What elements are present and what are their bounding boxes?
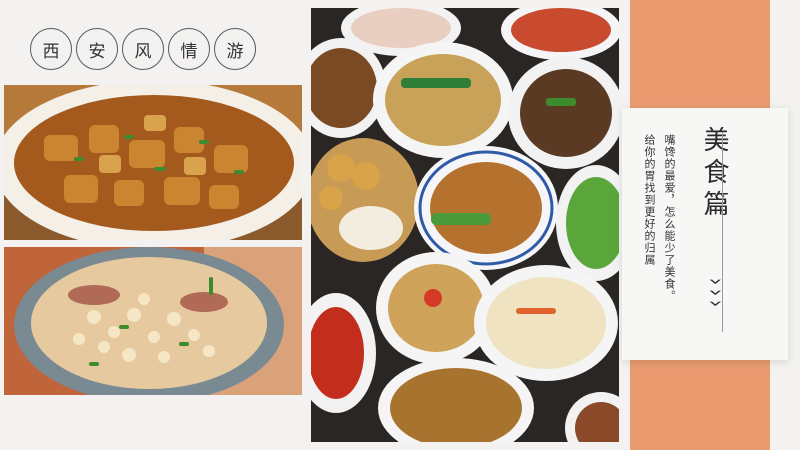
text-card: 给你的胃找到更好的归属 嘴馋的最爱，怎么能少了美食。 美食篇 › › › [622,108,788,360]
title-char-1: 西 [30,28,72,70]
section-heading: 美食篇 [699,126,729,222]
title-char-3: 风 [122,28,164,70]
slide: 西 安 风 情 游 给你的胃找到更好的归属 嘴馋的最爱，怎么能少了美食。 美食篇… [0,0,800,450]
xian-food-spread-photo [311,8,619,442]
description-line-2: 给你的胃找到更好的归属 [643,134,656,266]
description-line-1: 嘴馋的最爱，怎么能少了美食。 [663,134,676,302]
braised-meat-dish-photo [4,85,302,240]
yangrou-paomo-soup-photo [4,247,302,395]
title-char-2: 安 [76,28,118,70]
triple-chevron-down-icon: › › › [700,277,731,308]
title-char-4: 情 [168,28,210,70]
title-char-5: 游 [214,28,256,70]
title-circles: 西 安 风 情 游 [30,28,256,70]
